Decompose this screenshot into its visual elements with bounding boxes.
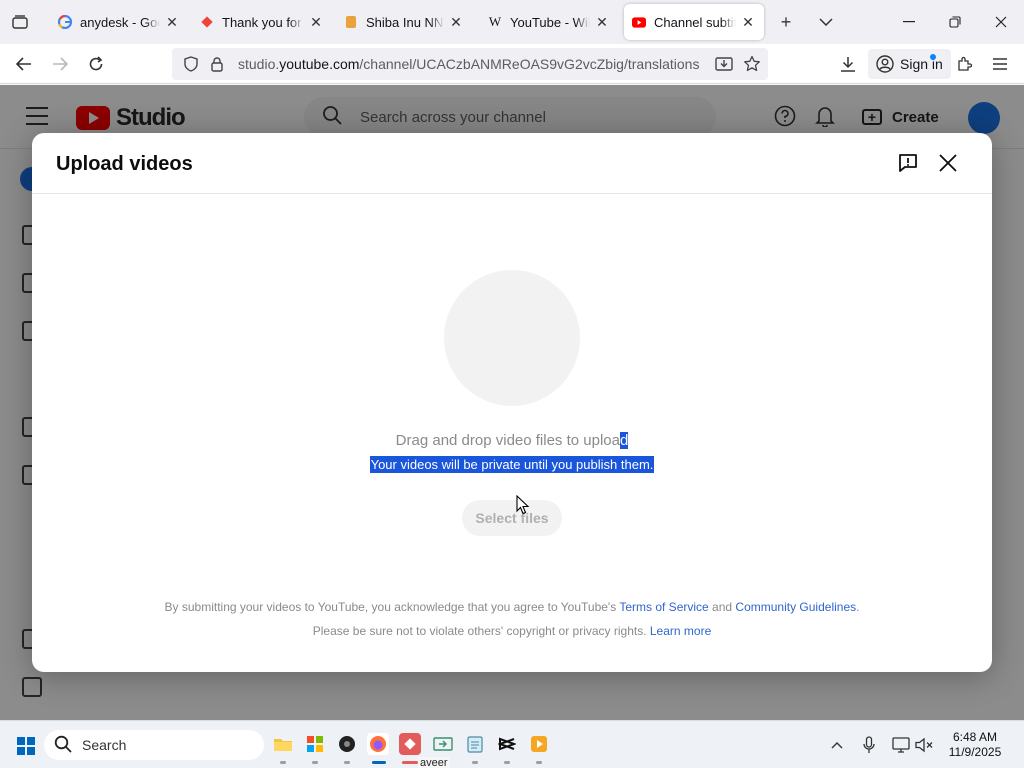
browser-tab-strip: anydesk - Googl ✕ Thank you for d ✕ Shib… (0, 0, 1024, 44)
account-icon (876, 55, 894, 73)
tab-title: YouTube - Wikip (510, 14, 590, 30)
lock-icon[interactable] (204, 48, 230, 80)
google-icon (58, 15, 72, 29)
close-icon[interactable]: ✕ (308, 14, 324, 30)
app-running-indicator (504, 761, 510, 764)
anydesk-app-icon[interactable] (399, 733, 421, 755)
close-icon[interactable]: ✕ (594, 14, 610, 30)
taskbar-search[interactable]: Search (44, 730, 264, 760)
shield-icon[interactable] (178, 48, 204, 80)
capcut-icon[interactable] (496, 733, 518, 755)
tab-title: Thank you for d (222, 14, 304, 30)
back-arrow-icon[interactable] (10, 50, 38, 78)
system-clock[interactable]: 6:48 AM 11/9/2025 (940, 730, 1010, 760)
minimize-icon[interactable] (886, 0, 932, 44)
windows-start-icon[interactable] (17, 737, 35, 755)
community-guidelines-link[interactable]: Community Guidelines (735, 600, 856, 614)
browser-tab-channel-subtitles[interactable]: Channel subtitle ✕ (624, 4, 764, 40)
downloads-icon[interactable] (834, 50, 862, 78)
restore-icon[interactable] (932, 0, 978, 44)
app-running-indicator (280, 761, 286, 764)
menu-icon[interactable] (986, 50, 1014, 78)
volume-muted-icon[interactable] (914, 734, 936, 756)
window-close-icon[interactable] (978, 0, 1024, 44)
address-bar[interactable]: studio.youtube.com/channel/UCACzbANMReOA… (172, 48, 768, 80)
search-icon (54, 735, 72, 756)
install-app-icon[interactable] (710, 50, 738, 78)
remote-desktop-icon[interactable] (432, 733, 454, 755)
browser-tab-google[interactable]: anydesk - Googl ✕ (50, 4, 188, 40)
app-running-indicator (344, 761, 350, 764)
browser-tab-shiba[interactable]: Shiba Inu NNN ✕ (336, 4, 472, 40)
forward-arrow-icon[interactable] (46, 50, 74, 78)
tab-title: Channel subtitle (654, 14, 736, 30)
network-icon[interactable] (890, 734, 912, 756)
dialog-divider (32, 193, 992, 194)
notification-dot (930, 54, 936, 60)
learn-more-link[interactable]: Learn more (650, 624, 711, 638)
close-icon[interactable]: ✕ (164, 14, 180, 30)
file-explorer-icon[interactable] (272, 733, 294, 755)
mouse-cursor-icon (516, 494, 530, 520)
tab-overflow-chevron-icon[interactable] (812, 8, 840, 36)
drag-drop-instructions: Drag and drop video files to upload (395, 432, 629, 449)
notepad-icon[interactable] (464, 733, 486, 755)
legal-notice: By submitting your videos to YouTube, yo… (164, 600, 860, 614)
anydesk-icon (200, 15, 214, 29)
terms-of-service-link[interactable]: Terms of Service (619, 600, 708, 614)
privacy-note: Your videos will be private until you pu… (369, 456, 655, 473)
taskbar-tooltip: aveer (418, 757, 450, 768)
app-running-indicator (536, 761, 542, 764)
browser-tab-anydesk[interactable]: Thank you for d ✕ (192, 4, 332, 40)
tab-title: Shiba Inu NNN (366, 14, 444, 30)
app-active-indicator (372, 761, 386, 764)
bookmark-star-icon[interactable] (738, 50, 766, 78)
url-text: studio.youtube.com/channel/UCACzbANMReOA… (238, 56, 700, 72)
tab-title: anydesk - Googl (80, 14, 160, 30)
microphone-icon[interactable] (858, 734, 880, 756)
wikipedia-icon: W (488, 14, 502, 29)
upload-videos-dialog: Upload videos Drag and drop video files … (32, 133, 992, 672)
dialog-title: Upload videos (56, 153, 193, 175)
close-icon[interactable] (936, 151, 960, 175)
obs-icon[interactable] (336, 733, 358, 755)
navigation-toolbar: studio.youtube.com/channel/UCACzbANMReOA… (0, 44, 1024, 84)
browser-tab-wikipedia[interactable]: W YouTube - Wikip ✕ (480, 4, 618, 40)
reload-icon[interactable] (82, 50, 110, 78)
extensions-icon[interactable] (950, 50, 978, 78)
bookmark-icon (344, 15, 358, 29)
windows-taskbar: Search 6:48 AM 11/9/2025 (0, 720, 1024, 768)
app-running-indicator (312, 761, 318, 764)
close-icon[interactable]: ✕ (448, 14, 464, 30)
clock-date: 11/9/2025 (948, 745, 1002, 759)
store-icon[interactable] (304, 733, 326, 755)
sign-in-label: Sign in (900, 56, 943, 72)
app-running-indicator (402, 761, 418, 764)
new-tab-icon[interactable]: + (772, 8, 800, 36)
copyright-notice: Please be sure not to violate others' co… (312, 624, 712, 638)
upload-drop-zone[interactable] (444, 270, 580, 406)
firefox-icon[interactable] (367, 733, 389, 755)
youtube-icon (632, 15, 646, 29)
show-hidden-icons-chevron-icon[interactable] (826, 734, 848, 756)
close-icon[interactable]: ✕ (740, 14, 756, 30)
clock-time: 6:48 AM (952, 730, 998, 744)
media-player-icon[interactable] (528, 733, 550, 755)
app-running-indicator (472, 761, 478, 764)
feedback-icon[interactable] (896, 151, 920, 175)
sign-in-button[interactable]: Sign in (868, 49, 951, 79)
tab-list-icon[interactable] (6, 8, 34, 36)
taskbar-search-label: Search (82, 737, 127, 753)
select-files-button[interactable]: Select files (462, 500, 562, 536)
